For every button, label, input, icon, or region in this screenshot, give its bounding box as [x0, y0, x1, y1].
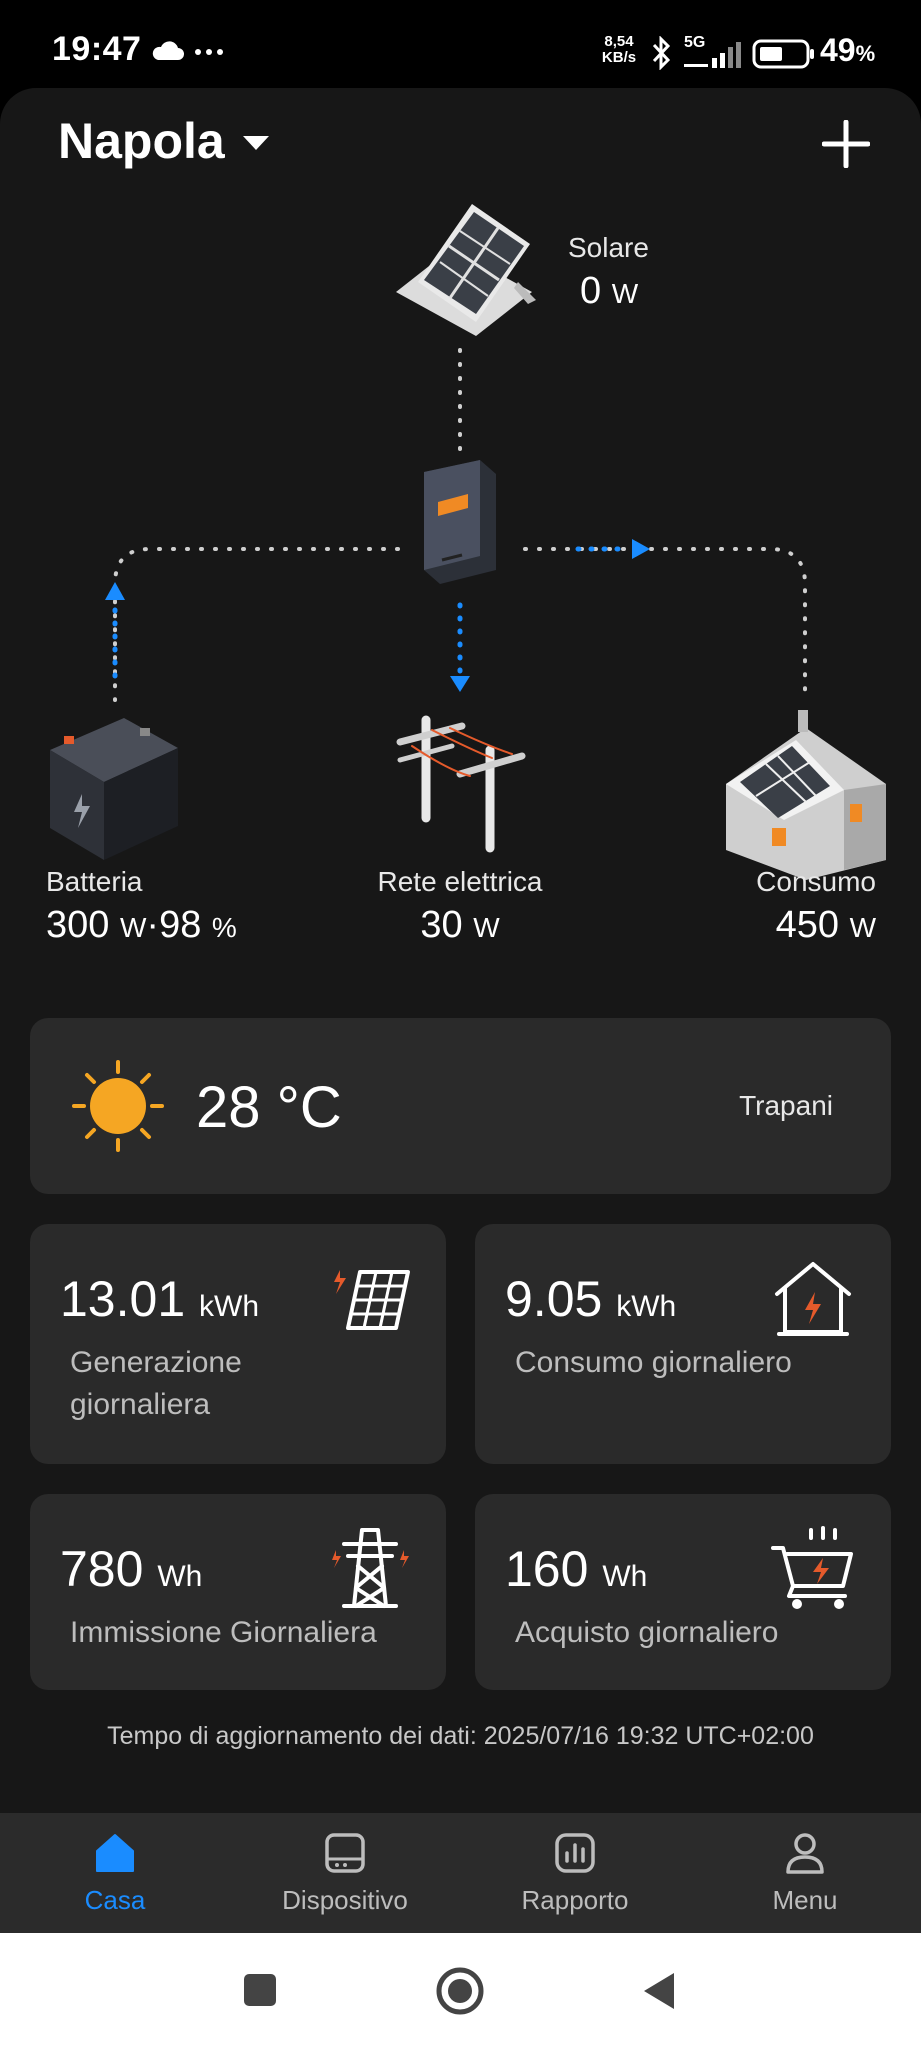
home-energy-icon [775, 1262, 851, 1336]
recent-apps-icon[interactable] [242, 1972, 278, 2008]
arrow-up-battery-icon [105, 582, 125, 600]
battery-percent: 49% [820, 32, 876, 68]
grid-label: Rete elettrica [377, 866, 543, 897]
battery-label: Batteria [46, 866, 143, 897]
nav-device[interactable]: Dispositivo [230, 1813, 460, 1933]
signal-icon [684, 42, 741, 68]
inverter-icon [424, 460, 496, 584]
cart-icon [771, 1526, 853, 1609]
location-selector[interactable]: Napola [58, 112, 269, 176]
power-tower-icon [332, 1528, 409, 1608]
nav-report[interactable]: Rapporto [460, 1813, 690, 1933]
caret-down-icon [243, 136, 269, 150]
nav-menu-label: Menu [772, 1885, 838, 1915]
power-pylon-icon [396, 715, 526, 853]
net-speed: 8,54 KB/s [601, 33, 637, 66]
generation-label: Generazione giornaliera [70, 1346, 242, 1421]
battery-device-icon [50, 718, 178, 860]
stat-card-generation[interactable]: 13.01 kWh Generazione giornaliera [30, 1224, 446, 1464]
data-update-time: Tempo di aggiornamento dei dati: 2025/07… [107, 1722, 814, 1750]
sun-icon [72, 1060, 164, 1152]
grid-value: 30 W [420, 904, 500, 946]
solar-label: Solare [568, 232, 649, 263]
nav-menu[interactable]: Menu [690, 1813, 920, 1933]
location-title: Napola [58, 113, 225, 169]
consumption-daily-value: 9.05 kWh [505, 1271, 677, 1327]
home-icon [96, 1834, 134, 1872]
report-chart-icon [555, 1833, 595, 1873]
battery-value: 300 W·98 % [46, 904, 237, 946]
add-plus-icon[interactable] [822, 120, 870, 168]
house-icon [726, 710, 886, 880]
stat-card-feed-in[interactable]: 780 Wh Immissione Giornaliera [30, 1494, 446, 1690]
user-icon [786, 1833, 824, 1874]
stat-card-purchase[interactable]: 160 Wh Acquisto giornaliero [475, 1494, 891, 1690]
purchase-label: Acquisto giornaliero [515, 1616, 779, 1649]
stat-card-consumption[interactable]: 9.05 kWh Consumo giornaliero [475, 1224, 891, 1464]
nav-report-label: Rapporto [521, 1885, 629, 1915]
weather-temperature: 28 °C [196, 1075, 342, 1140]
nav-home[interactable]: Casa [0, 1813, 230, 1933]
weather-card[interactable]: 28 °C Trapani [30, 1018, 891, 1194]
cloud-icon [152, 41, 184, 60]
status-time: 19:47 [52, 30, 142, 68]
solar-panel-icon [334, 1270, 410, 1330]
solar-panel-icon [396, 204, 536, 336]
arrow-down-grid-icon [450, 676, 470, 692]
back-triangle-icon[interactable] [640, 1970, 676, 2012]
device-icon [325, 1833, 365, 1873]
consumption-label: Consumo [756, 866, 876, 897]
feed-in-label: Immissione Giornaliera [70, 1616, 377, 1649]
nav-home-label: Casa [84, 1885, 146, 1915]
generation-value: 13.01 kWh [60, 1271, 260, 1327]
feed-in-value: 780 Wh [60, 1541, 203, 1597]
solar-value: 0 W [580, 270, 639, 312]
consumption-daily-label: Consumo giornaliero [515, 1346, 792, 1379]
weather-city: Trapani [739, 1090, 833, 1121]
battery-status-icon [752, 39, 814, 69]
more-dots-icon [195, 49, 223, 55]
arrow-right-home-icon [632, 539, 650, 559]
purchase-value: 160 Wh [505, 1541, 648, 1597]
energy-flow-diagram [50, 204, 886, 880]
bluetooth-icon [652, 36, 671, 70]
consumption-value: 450 W [775, 904, 876, 946]
nav-device-label: Dispositivo [282, 1885, 408, 1915]
home-circle-icon[interactable] [434, 1965, 486, 2017]
